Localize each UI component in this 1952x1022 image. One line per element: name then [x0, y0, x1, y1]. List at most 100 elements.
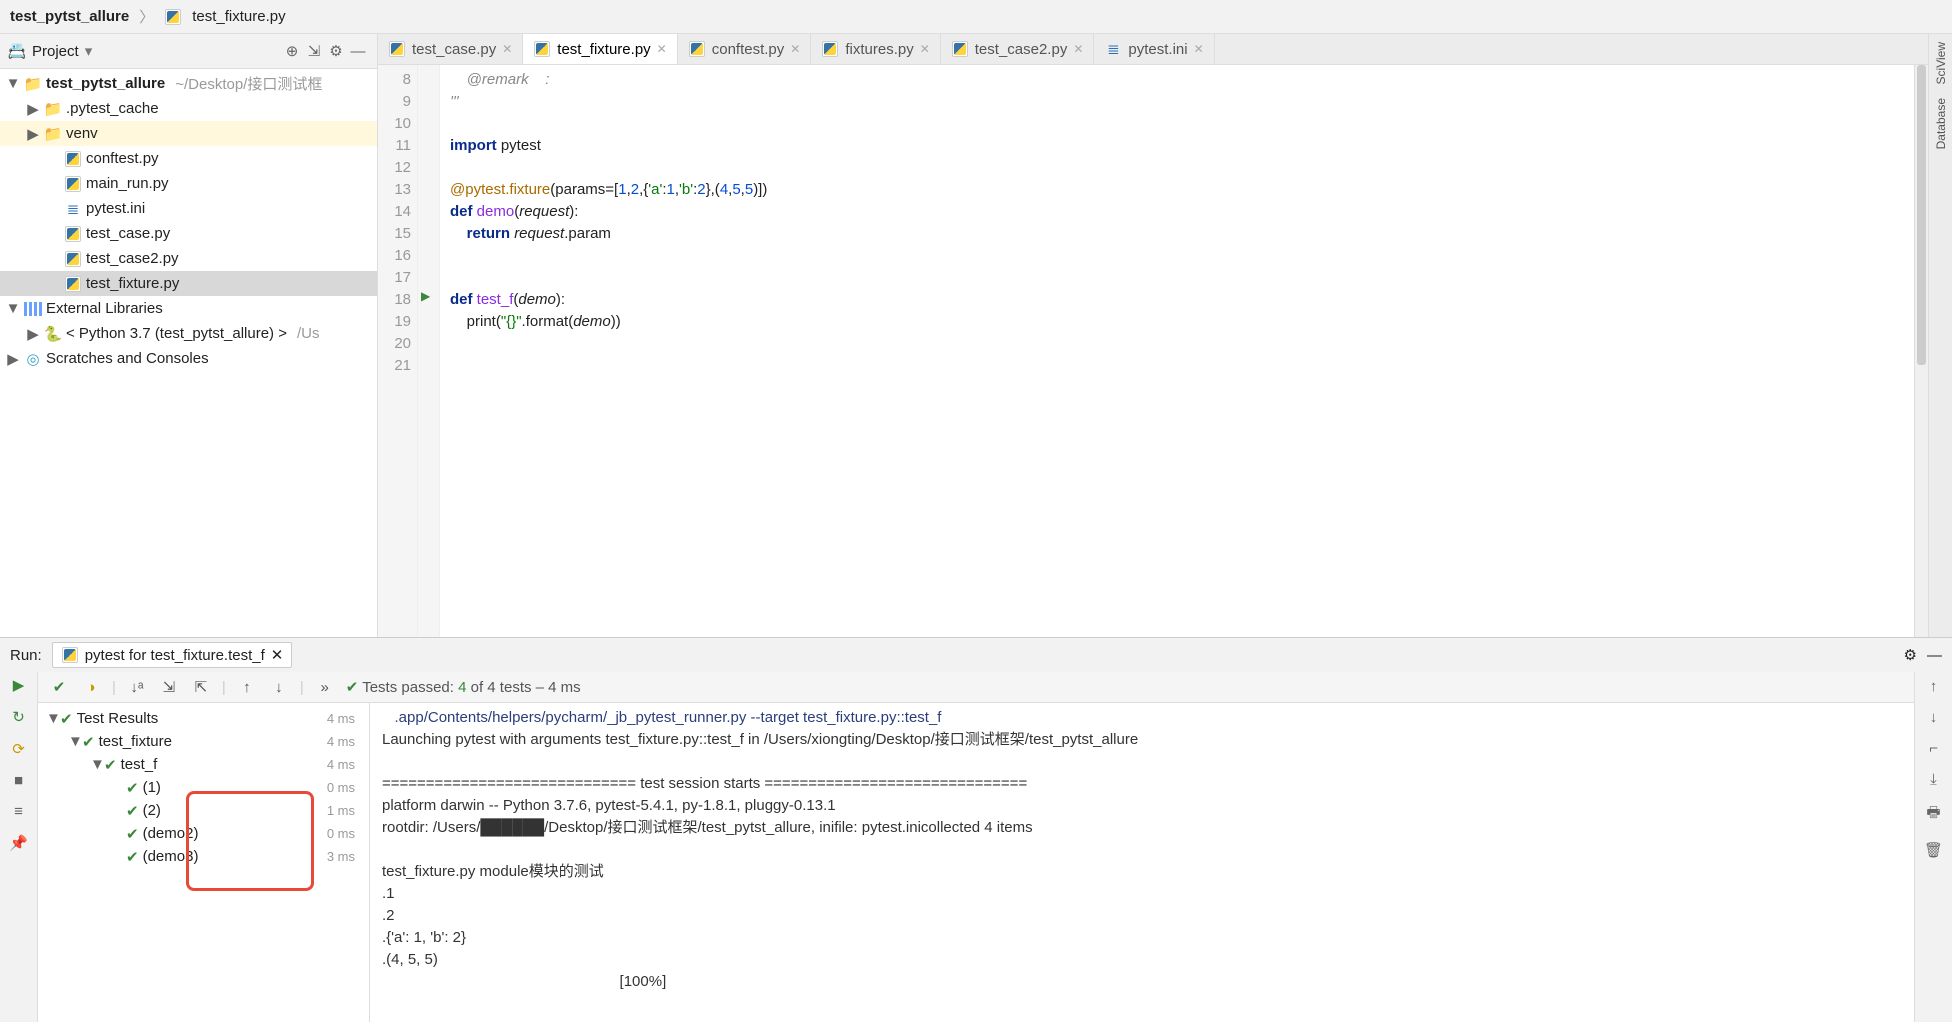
editor-code[interactable]: @remark :''' import pytest @pytest.fixtu… [440, 65, 1914, 637]
run-line-icon[interactable]: ▶ [421, 289, 430, 303]
chevron-down-icon[interactable]: ▾ [85, 42, 93, 60]
tree-item-ext[interactable]: ▼External Libraries [0, 296, 377, 321]
check-icon: ✔ [60, 710, 73, 728]
close-icon[interactable]: ✕ [920, 42, 930, 56]
editor-markers[interactable]: ▶ [418, 65, 440, 637]
check-icon: ✔ [126, 848, 139, 866]
close-icon[interactable]: ✕ [790, 42, 800, 56]
right-tool-strip: SciView Database [1928, 34, 1952, 637]
close-icon[interactable]: ✕ [271, 646, 284, 664]
run-left-toolbar: ▶ ↻ ⟳ ■ ≡ 📌 [0, 672, 38, 1022]
breadcrumb-file[interactable]: test_fixture.py [192, 8, 285, 25]
gear-icon[interactable]: ⚙ [325, 40, 347, 62]
project-tree[interactable]: ▼📁test_pytst_allure~/Desktop/接口测试框▶📁.pyt… [0, 69, 377, 637]
tree-item-venv[interactable]: ▶📁venv [0, 121, 377, 146]
check-icon: ✔ [126, 802, 139, 820]
project-title[interactable]: Project [32, 43, 79, 60]
close-icon[interactable]: ✕ [1073, 42, 1083, 56]
show-passed-icon[interactable]: ✔ [48, 676, 70, 698]
tab-pytest-ini[interactable]: ≣pytest.ini✕ [1094, 34, 1214, 64]
run-console[interactable]: .app/Contents/helpers/pycharm/_jb_pytest… [370, 703, 1914, 1022]
test-row[interactable]: ✔(2)1 ms [38, 799, 369, 822]
layout-icon[interactable]: ≡ [9, 803, 29, 820]
breadcrumb: test_pytst_allure 〉 test_fixture.py [0, 0, 1952, 34]
editor: test_case.py✕test_fixture.py✕conftest.py… [378, 34, 1928, 637]
editor-gutter: 89101112131415161718192021 [378, 65, 418, 637]
rerun-failed-icon[interactable]: ↻ [9, 708, 29, 726]
test-row[interactable]: ✔(demo2)0 ms [38, 822, 369, 845]
collapse-icon[interactable]: ⇱ [190, 676, 212, 698]
tree-item-tf[interactable]: test_fixture.py [0, 271, 377, 296]
run-panel: Run: pytest for test_fixture.test_f ✕ ⚙ … [0, 637, 1952, 1022]
tab-test_case-py[interactable]: test_case.py✕ [378, 34, 523, 64]
locate-icon[interactable]: ⊕ [281, 40, 303, 62]
clear-icon[interactable]: 🗑 [1924, 841, 1943, 859]
python-file-icon [164, 8, 182, 26]
tree-arrow-icon[interactable]: ▶ [26, 125, 40, 143]
show-ignored-icon[interactable]: ◑ [80, 677, 102, 698]
editor-tabs: test_case.py✕test_fixture.py✕conftest.py… [378, 34, 1928, 65]
scroll-down-icon[interactable]: ↓ [1930, 709, 1938, 726]
hide-panel-icon[interactable]: — [1927, 647, 1942, 664]
tree-item-tc[interactable]: test_case.py [0, 221, 377, 246]
sort-icon[interactable]: ↓ᵃ [126, 677, 148, 698]
run-config-tab[interactable]: pytest for test_fixture.test_f ✕ [52, 642, 293, 668]
tree-item-pc[interactable]: ▶📁.pytest_cache [0, 96, 377, 121]
scroll-to-end-icon[interactable]: ⤓ [1930, 771, 1937, 788]
tree-item-tc2[interactable]: test_case2.py [0, 246, 377, 271]
python-file-icon [61, 646, 79, 664]
print-icon[interactable]: 🖶 [1926, 802, 1940, 827]
toggle-auto-icon[interactable]: ⟳ [9, 740, 29, 758]
tree-item-scr[interactable]: ▶◎Scratches and Consoles [0, 346, 377, 371]
tab-fixtures-py[interactable]: fixtures.py✕ [811, 34, 940, 64]
close-icon[interactable]: ✕ [657, 42, 667, 56]
tree-arrow-icon[interactable]: ▶ [6, 350, 20, 368]
tab-conftest-py[interactable]: conftest.py✕ [678, 34, 812, 64]
chevron-right-icon: 〉 [139, 6, 154, 27]
tree-arrow-icon[interactable]: ▶ [26, 325, 40, 343]
database-tool[interactable]: Database [1930, 94, 1952, 153]
test-row[interactable]: ✔(demo3)3 ms [38, 845, 369, 868]
close-icon[interactable]: ✕ [1194, 42, 1204, 56]
next-icon[interactable]: ↓ [268, 677, 290, 698]
breadcrumb-root[interactable]: test_pytst_allure [10, 8, 129, 25]
test-row[interactable]: ▼✔test_fixture4 ms [38, 730, 369, 753]
tree-item-root[interactable]: ▼📁test_pytst_allure~/Desktop/接口测试框 [0, 71, 377, 96]
test-results-tree[interactable]: ▼✔Test Results4 ms▼✔test_fixture4 ms▼✔te… [38, 703, 370, 1022]
close-icon[interactable]: ✕ [502, 42, 512, 56]
tree-item-conf[interactable]: conftest.py [0, 146, 377, 171]
run-right-toolbar: ↑ ↓ ⌐ ⤓ 🖶 🗑 [1914, 672, 1952, 1022]
prev-icon[interactable]: ↑ [236, 677, 258, 698]
collapse-all-icon[interactable]: ⇲ [303, 40, 325, 62]
project-tool-icon: 📇 [8, 42, 26, 60]
check-icon: ✔ [104, 756, 117, 774]
tree-arrow-icon[interactable]: ▼ [6, 75, 20, 92]
tab-test_case2-py[interactable]: test_case2.py✕ [941, 34, 1095, 64]
tree-item-mr[interactable]: main_run.py [0, 171, 377, 196]
test-row[interactable]: ▼✔test_f4 ms [38, 753, 369, 776]
scroll-up-icon[interactable]: ↑ [1930, 678, 1938, 695]
expand-icon[interactable]: ⇲ [158, 676, 180, 698]
check-icon: ✔ [126, 779, 139, 797]
more-icon[interactable]: » [314, 677, 336, 698]
tree-item-py37[interactable]: ▶🐍< Python 3.7 (test_pytst_allure) >/Us [0, 321, 377, 346]
hide-panel-icon[interactable]: — [347, 40, 369, 62]
editor-scrollbar[interactable] [1914, 65, 1928, 637]
tests-summary: ✔ Tests passed: 4 of 4 tests – 4 ms [346, 678, 581, 696]
tab-test_fixture-py[interactable]: test_fixture.py✕ [523, 34, 677, 64]
tree-arrow-icon[interactable]: ▶ [26, 100, 40, 118]
stop-icon[interactable]: ■ [9, 772, 29, 789]
check-icon: ✔ [126, 825, 139, 843]
check-icon: ✔ [82, 733, 95, 751]
test-row[interactable]: ✔(1)0 ms [38, 776, 369, 799]
tree-item-ini[interactable]: ≣pytest.ini [0, 196, 377, 221]
project-panel: 📇 Project ▾ ⊕ ⇲ ⚙ — ▼📁test_pytst_allure~… [0, 34, 378, 637]
tree-arrow-icon[interactable]: ▼ [6, 300, 20, 317]
soft-wrap-icon[interactable]: ⌐ [1929, 740, 1938, 757]
gear-icon[interactable]: ⚙ [1904, 646, 1917, 664]
run-label: Run: [10, 647, 42, 664]
pin-icon[interactable]: 📌 [9, 834, 29, 852]
rerun-icon[interactable]: ▶ [9, 676, 29, 694]
test-row[interactable]: ▼✔Test Results4 ms [38, 707, 369, 730]
sciview-tool[interactable]: SciView [1930, 38, 1952, 88]
